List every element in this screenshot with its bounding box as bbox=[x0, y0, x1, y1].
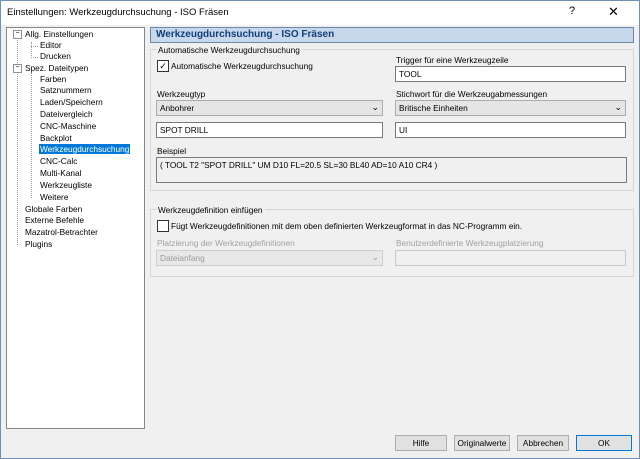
tree-item-spez[interactable]: Spez. Dateitypen bbox=[25, 63, 88, 74]
tree-line bbox=[31, 57, 38, 58]
custom-label: Benutzerdefinierte Werkzeugplatzierung bbox=[396, 238, 544, 248]
tree-item-plugins[interactable]: Plugins bbox=[25, 239, 52, 250]
def-group-label: Werkzeugdefinition einfügen bbox=[156, 205, 265, 215]
custom-input[interactable] bbox=[395, 250, 626, 266]
type-select[interactable]: Anbohrer ⌄ bbox=[156, 100, 383, 116]
tree-line bbox=[31, 46, 38, 47]
window-title: Einstellungen: Werkzeugdurchsuchung - IS… bbox=[7, 7, 229, 18]
type-label: Werkzeugtyp bbox=[157, 89, 206, 99]
tree-item-werkzeugdurchsuchung[interactable]: Werkzeugdurchsuchung bbox=[39, 144, 131, 155]
tree-item-externe-befehle[interactable]: Externe Befehle bbox=[25, 215, 84, 226]
collapse-icon[interactable]: − bbox=[13, 64, 22, 73]
help-button[interactable]: Hilfe bbox=[395, 435, 447, 451]
tree-item-editor[interactable]: Editor bbox=[40, 40, 62, 51]
type-text-input[interactable]: SPOT DRILL bbox=[156, 122, 383, 138]
tree-line bbox=[31, 72, 32, 198]
keyword-select-value: Britische Einheiten bbox=[399, 103, 468, 113]
auto-checkbox[interactable]: ✓ bbox=[157, 60, 169, 72]
trigger-input[interactable]: TOOL bbox=[395, 66, 626, 82]
keyword-label: Stichwort für die Werkzeugabmessungen bbox=[396, 89, 548, 99]
tree-item-drucken[interactable]: Drucken bbox=[40, 51, 71, 62]
selected-label: Werkzeugdurchsuchung bbox=[39, 144, 131, 154]
auto-checkbox-label: Automatische Werkzeugdurchsuchung bbox=[171, 61, 313, 71]
page-title: Werkzeugdurchsuchung - ISO Fräsen bbox=[156, 29, 335, 40]
tree-item-cnc-maschine[interactable]: CNC-Maschine bbox=[40, 121, 96, 132]
help-icon[interactable]: ? bbox=[569, 5, 575, 17]
tree-item-globale-farben[interactable]: Globale Farben bbox=[25, 204, 82, 215]
example-text: ( TOOL T2 "SPOT DRILL" UM D10 FL=20.5 SL… bbox=[160, 160, 438, 170]
tree-item-werkzeugliste[interactable]: Werkzeugliste bbox=[40, 180, 92, 191]
tree-item-farben[interactable]: Farben bbox=[40, 74, 66, 85]
close-icon[interactable]: ✕ bbox=[608, 4, 619, 20]
title-bar: Einstellungen: Werkzeugdurchsuchung - IS… bbox=[1, 1, 639, 25]
tree-item-laden[interactable]: Laden/Speichern bbox=[40, 97, 103, 108]
collapse-icon[interactable]: − bbox=[13, 30, 22, 39]
example-box: ( TOOL T2 "SPOT DRILL" UM D10 FL=20.5 SL… bbox=[156, 157, 627, 183]
keyword-text-input[interactable]: UI bbox=[395, 122, 626, 138]
chevron-down-icon: ⌄ bbox=[371, 102, 379, 112]
tree-item-cnc-calc[interactable]: CNC-Calc bbox=[40, 156, 77, 167]
ok-button[interactable]: OK bbox=[576, 435, 632, 451]
keyword-select[interactable]: Britische Einheiten ⌄ bbox=[395, 100, 626, 116]
example-label: Beispiel bbox=[157, 146, 187, 156]
defaults-button[interactable]: Originalwerte bbox=[454, 435, 510, 451]
tree-item-mazatrol[interactable]: Mazatrol-Betrachter bbox=[25, 227, 98, 238]
def-checkbox[interactable] bbox=[157, 220, 169, 232]
placement-label: Platzierung der Werkzeugdefinitionen bbox=[157, 238, 295, 248]
tree-item-multi-kanal[interactable]: Multi-Kanal bbox=[40, 168, 82, 179]
page-header: Werkzeugdurchsuchung - ISO Fräsen bbox=[150, 27, 634, 43]
chevron-down-icon: ⌄ bbox=[614, 102, 622, 112]
placement-select[interactable]: Dateianfang ⌄ bbox=[156, 250, 383, 266]
tree-line bbox=[31, 42, 32, 58]
settings-tree[interactable]: − Allg. Einstellungen Editor Drucken − S… bbox=[6, 27, 145, 429]
tree-item-weitere[interactable]: Weitere bbox=[40, 192, 68, 203]
chevron-down-icon: ⌄ bbox=[371, 252, 379, 262]
trigger-label: Trigger für eine Werkzeugzeile bbox=[396, 55, 509, 65]
cancel-button[interactable]: Abbrechen bbox=[517, 435, 569, 451]
tree-item-backplot[interactable]: Backplot bbox=[40, 133, 72, 144]
placement-select-value: Dateianfang bbox=[160, 253, 205, 263]
tree-item-allg[interactable]: Allg. Einstellungen bbox=[25, 29, 93, 40]
tree-item-dateivergleich[interactable]: Dateivergleich bbox=[40, 109, 93, 120]
auto-group-label: Automatische Werkzeugdurchsuchung bbox=[156, 45, 302, 55]
def-checkbox-label: Fügt Werkzeugdefinitionen mit dem oben d… bbox=[171, 221, 523, 231]
type-select-value: Anbohrer bbox=[160, 103, 195, 113]
tree-item-satznummern[interactable]: Satznummern bbox=[40, 85, 92, 96]
